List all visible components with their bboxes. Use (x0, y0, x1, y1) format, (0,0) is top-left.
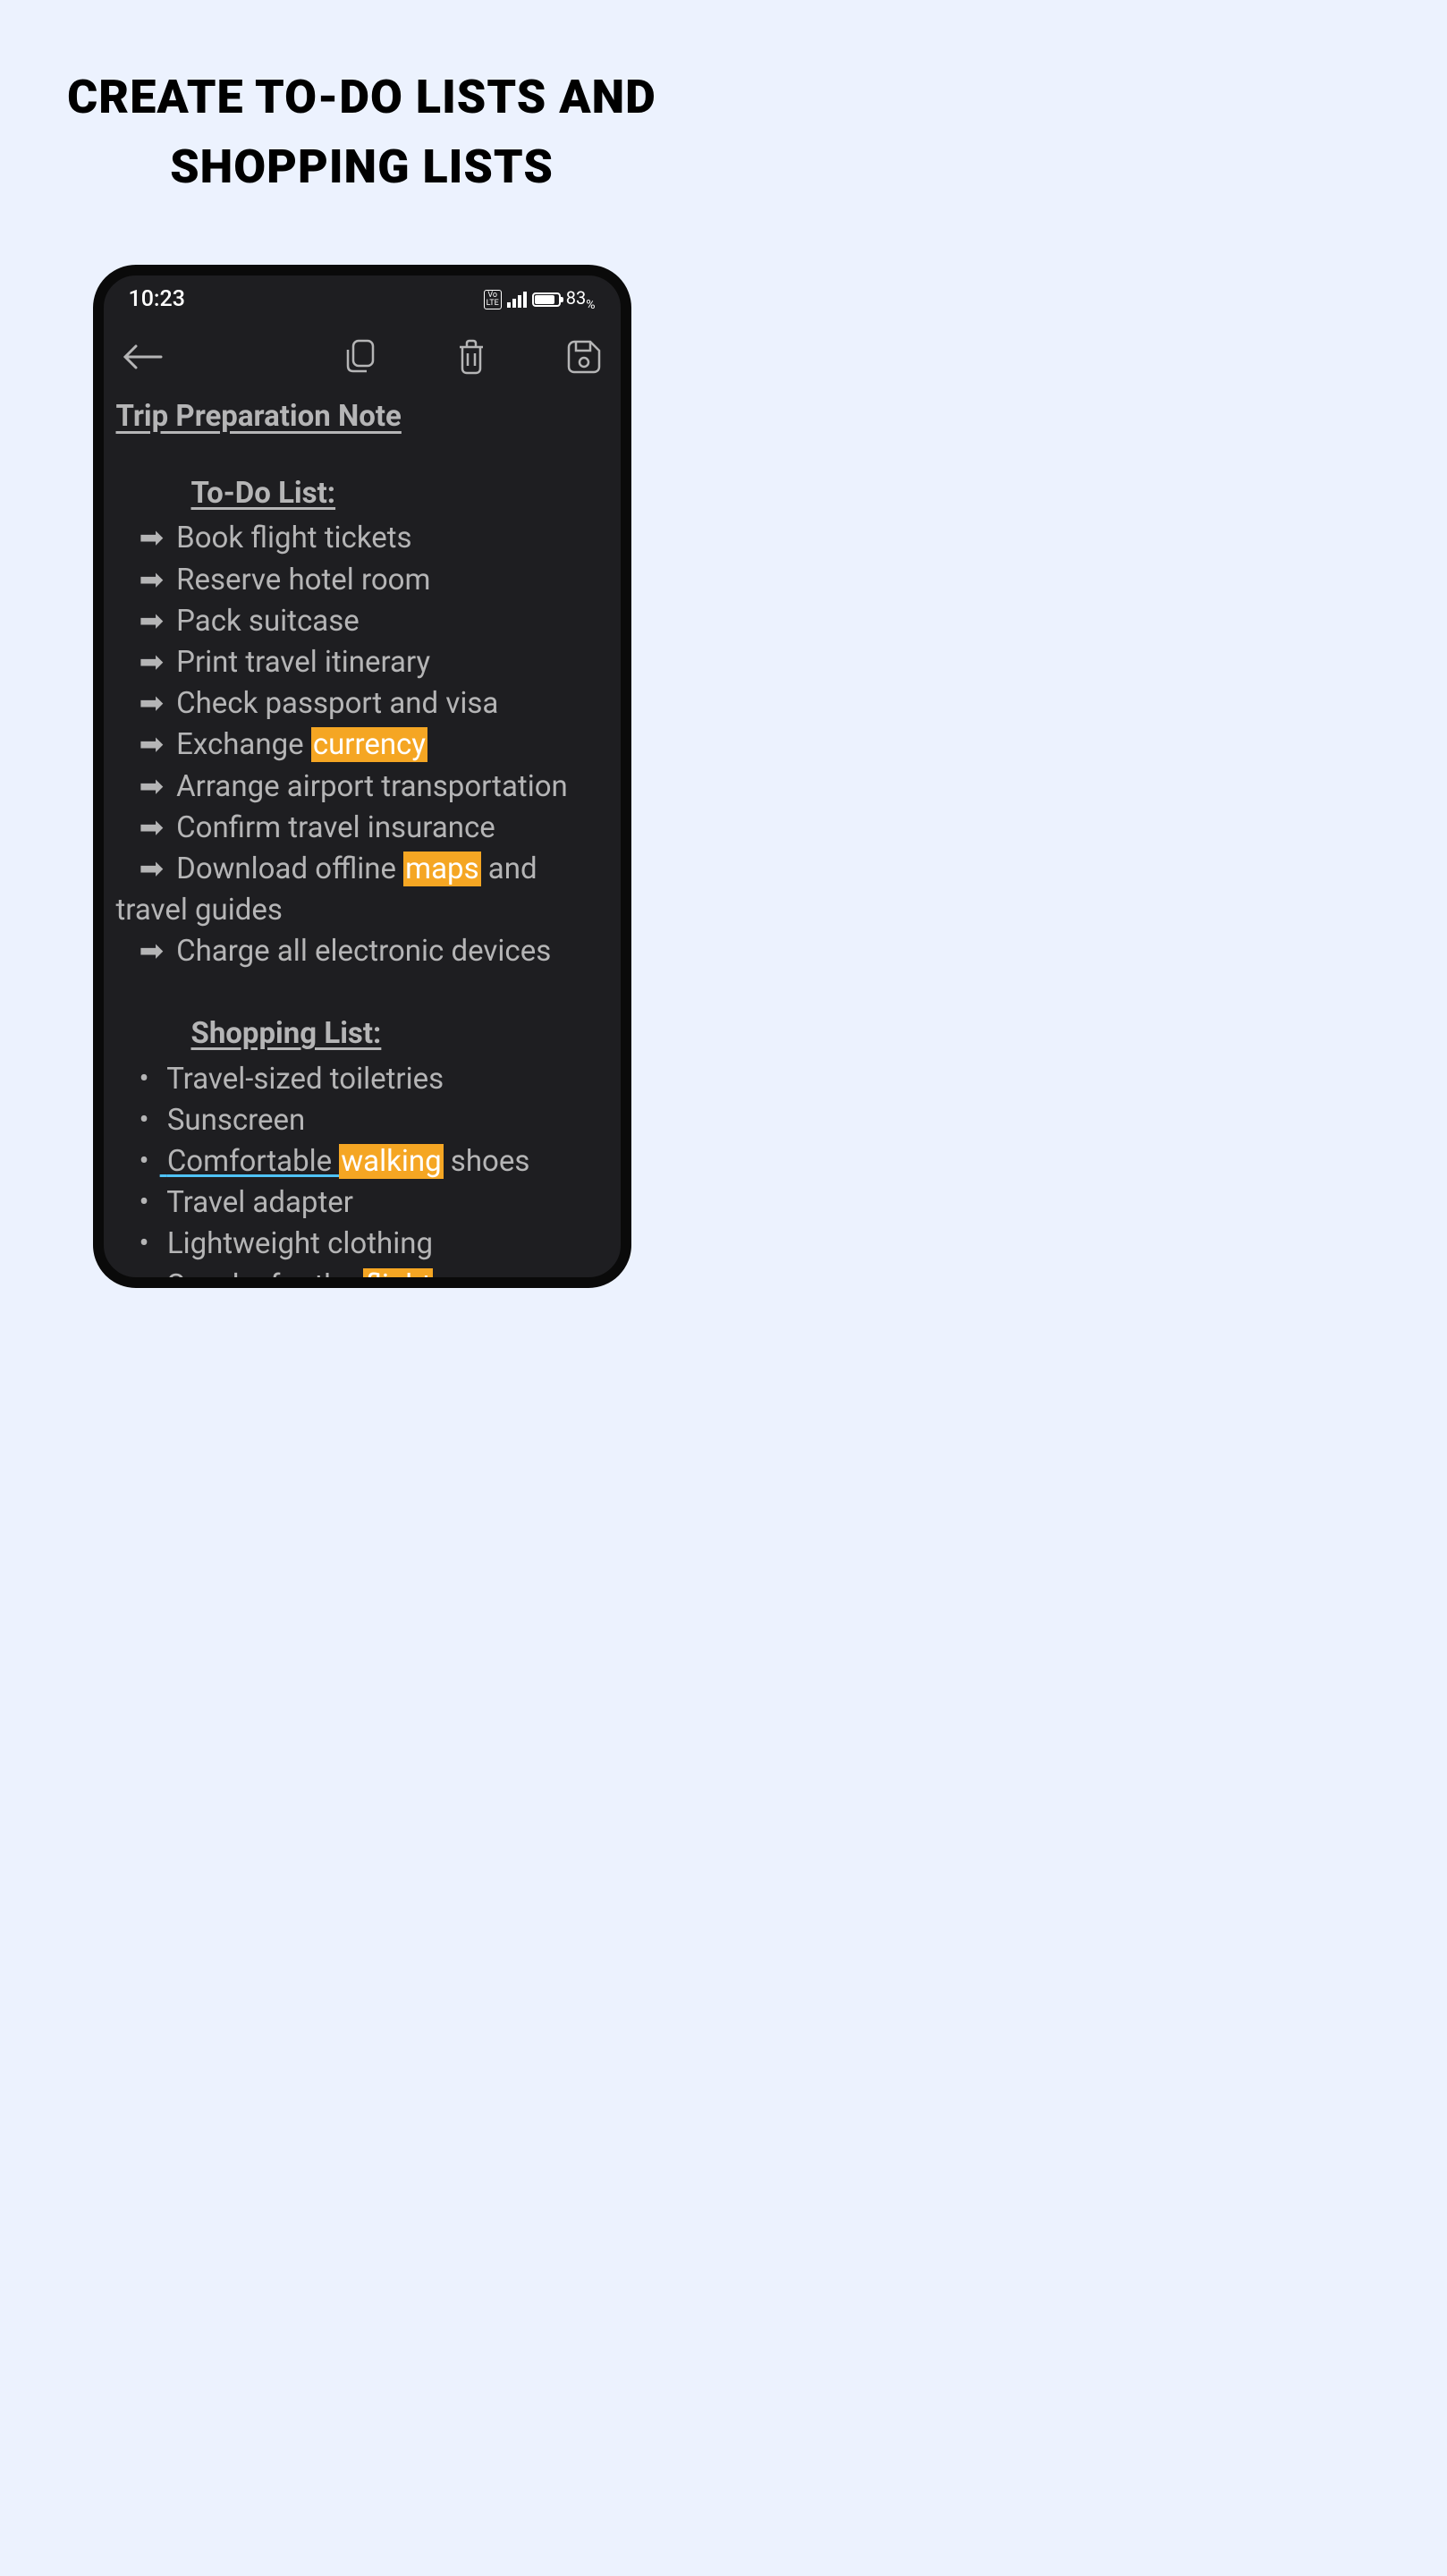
shopping-item: • Sunscreen (116, 1100, 608, 1141)
todo-item: ➡Check passport and visa (116, 683, 608, 724)
todo-heading: To-Do List: (116, 473, 608, 514)
shopping-item: • Comfortable walking shoes (116, 1141, 608, 1182)
shopping-heading: Shopping List: (116, 1013, 608, 1055)
promo-title: CREATE TO-DO LISTS AND SHOPPING LISTS (0, 63, 724, 202)
todo-item: ➡Download offline maps and (116, 849, 608, 890)
highlight-text: flight (363, 1268, 433, 1288)
note-content[interactable]: Trip Preparation Note To-Do List: ➡Book … (104, 389, 621, 1288)
highlight-text: maps (403, 852, 480, 886)
note-title: Trip Preparation Note (116, 396, 608, 437)
status-bar: 10:23 VoLTE 83% (104, 275, 621, 318)
save-icon[interactable] (567, 340, 601, 377)
shopping-item: • Travel-sized toiletries (116, 1059, 608, 1100)
todo-item: ➡Confirm travel insurance (116, 808, 608, 849)
shopping-item: • Lightweight clothing (116, 1224, 608, 1265)
todo-item: ➡Charge all electronic devices (116, 931, 608, 972)
todo-item: ➡Pack suitcase (116, 601, 608, 642)
shopping-item: • Snacks for the flight (116, 1266, 608, 1288)
back-button[interactable] (123, 343, 163, 374)
shopping-item: • Travel adapter (116, 1182, 608, 1224)
delete-icon[interactable] (456, 339, 487, 378)
app-toolbar (104, 318, 621, 389)
battery-percentage: 83% (566, 287, 596, 312)
phone-frame: 10:23 VoLTE 83% (93, 265, 631, 1288)
battery-icon (532, 292, 561, 307)
todo-item: ➡Print travel itinerary (116, 642, 608, 683)
status-time: 10:23 (129, 286, 185, 312)
todo-item: ➡Reserve hotel room (116, 560, 608, 601)
todo-item: ➡Arrange airport transportation (116, 767, 608, 808)
todo-item-continuation: travel guides (116, 890, 608, 931)
highlight-text: walking (339, 1144, 443, 1179)
signal-icon (507, 292, 527, 308)
copy-icon[interactable] (345, 339, 376, 378)
lte-icon: VoLTE (484, 290, 502, 309)
todo-item: ➡Exchange currency (116, 724, 608, 766)
todo-item: ➡Book flight tickets (116, 518, 608, 559)
highlight-text: currency (311, 727, 427, 762)
status-indicators: VoLTE 83% (484, 287, 596, 312)
